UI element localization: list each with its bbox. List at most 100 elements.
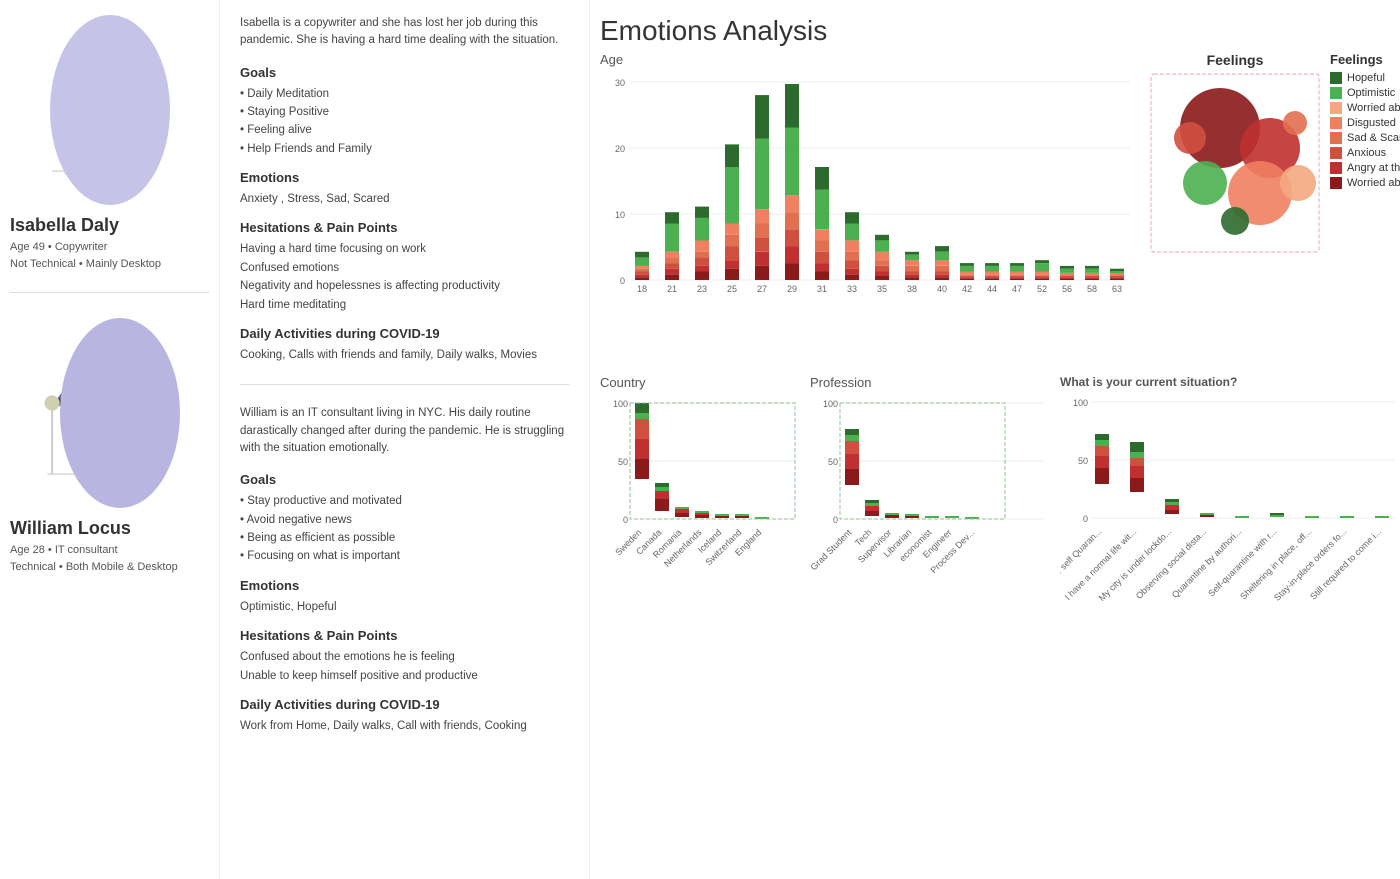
william-hesitations-title: Hesitations & Pain Points [240, 628, 569, 643]
isabella-hesitations-title: Hesitations & Pain Points [240, 220, 569, 235]
persona-william: William Locus Age 28 • IT consultant Tec… [10, 313, 209, 575]
legend-color-5 [1330, 147, 1342, 159]
isabella-emotions: Anxiety , Stress, Sad, Scared [240, 190, 569, 208]
william-oval [60, 318, 180, 508]
isabella-name: Isabella Daly [10, 215, 209, 236]
william-illustration [30, 313, 190, 513]
isabella-details: Isabella is a copywriter and she has los… [240, 15, 569, 364]
svg-text:23: 23 [697, 284, 707, 294]
legend-label-4: Sad & Scared [1347, 132, 1400, 144]
legend-label-2: Worried about economy [1347, 102, 1400, 114]
isabella-activities-title: Daily Activities during COVID-19 [240, 326, 569, 341]
svg-text:29: 29 [787, 284, 797, 294]
svg-text:52: 52 [1037, 284, 1047, 294]
isabella-oval [50, 15, 170, 205]
legend-label-6: Angry at the authorities [1347, 162, 1400, 174]
svg-text:50: 50 [828, 457, 838, 467]
persona-isabella: Isabella Daly Age 49 • Copywriter Not Te… [10, 10, 209, 272]
charts-top-row: Age 30 20 10 0 [600, 52, 1390, 365]
legend-item-0: Hopeful [1330, 72, 1400, 84]
svg-text:Grad Student: Grad Student [810, 527, 854, 572]
william-goals: • Stay productive and motivated • Avoid … [240, 492, 569, 566]
bubble-chart-svg [1150, 73, 1320, 253]
william-activities-title: Daily Activities during COVID-19 [240, 697, 569, 712]
william-goals-title: Goals [240, 472, 569, 487]
profession-chart-svg: 100 50 0 [810, 393, 1050, 713]
svg-text:Self-quarantine with r...: Self-quarantine with r... [1206, 526, 1278, 598]
legend-items: Hopeful Optimistic Worried about economy Di… [1330, 72, 1400, 189]
svg-text:21: 21 [667, 284, 677, 294]
left-panel: Isabella Daly Age 49 • Copywriter Not Te… [0, 0, 220, 879]
situation-chart: What is your current situation? 100 50 0 [1060, 375, 1400, 716]
svg-text:31: 31 [817, 284, 827, 294]
divider-2 [240, 384, 569, 385]
svg-text:0: 0 [833, 515, 838, 525]
situation-chart-title: What is your current situation? [1060, 375, 1400, 389]
svg-text:Quarantine by authori...: Quarantine by authori... [1170, 526, 1244, 600]
legend-item-1: Optimistic [1330, 87, 1400, 99]
legend-item-7: Worried about Family [1330, 177, 1400, 189]
legend-item-5: Anxious [1330, 147, 1400, 159]
feelings-bubble: Feelings [1150, 52, 1320, 256]
svg-text:0: 0 [623, 515, 628, 525]
legend-color-2 [1330, 102, 1342, 114]
legend-item-2: Worried about economy [1330, 102, 1400, 114]
isabella-emotions-title: Emotions [240, 170, 569, 185]
legend-color-4 [1330, 132, 1342, 144]
profession-chart-title: Profession [810, 375, 1050, 390]
svg-text:100: 100 [613, 399, 628, 409]
legend-title: Feelings [1330, 52, 1400, 67]
legend-item-4: Sad & Scared [1330, 132, 1400, 144]
svg-text:I have a normal life wit...: I have a normal life wit... [1063, 526, 1139, 602]
country-chart-title: Country [600, 375, 800, 390]
profession-chart: Profession 100 50 0 [810, 375, 1050, 716]
svg-text:47: 47 [1012, 284, 1022, 294]
legend-item-3: Disgusted [1330, 117, 1400, 129]
isabella-description: Isabella is a copywriter and she has los… [240, 15, 569, 50]
isabella-meta1: Age 49 • Copywriter [10, 239, 209, 256]
svg-text:42: 42 [962, 284, 972, 294]
isabella-meta2: Not Technical • Mainly Desktop [10, 256, 209, 273]
william-hesitations: Confused about the emotions he is feelin… [240, 648, 569, 685]
svg-text:27: 27 [757, 284, 767, 294]
legend-color-7 [1330, 177, 1342, 189]
emotions-analysis-title: Emotions Analysis [600, 15, 1390, 47]
isabella-activities: Cooking, Calls with friends and family, … [240, 346, 569, 364]
middle-panel: Isabella is a copywriter and she has los… [220, 0, 590, 879]
svg-text:25: 25 [727, 284, 737, 294]
william-meta2: Technical • Both Mobile & Desktop [10, 559, 209, 576]
svg-text:44: 44 [987, 284, 997, 294]
country-chart-svg: 100 50 0 [600, 393, 800, 713]
svg-text:63: 63 [1112, 284, 1122, 294]
william-emotions-title: Emotions [240, 578, 569, 593]
feelings-legend: Feelings Hopeful Optimistic Worried about … [1330, 52, 1400, 192]
country-chart: Country 100 50 0 [600, 375, 800, 716]
legend-color-6 [1330, 162, 1342, 174]
svg-text:0: 0 [620, 276, 625, 286]
svg-text:18: 18 [637, 284, 647, 294]
legend-label-5: Anxious [1347, 147, 1386, 159]
legend-label-7: Worried about Family [1347, 177, 1400, 189]
svg-text:58: 58 [1087, 284, 1097, 294]
situation-chart-svg: 100 50 0 [1060, 392, 1400, 712]
william-meta1: Age 28 • IT consultant [10, 542, 209, 559]
legend-label-3: Disgusted [1347, 117, 1396, 129]
svg-text:33: 33 [847, 284, 857, 294]
william-name: William Locus [10, 518, 209, 539]
svg-text:Still required to come i...: Still required to come i... [1308, 526, 1383, 601]
svg-text:50: 50 [618, 457, 628, 467]
isabella-illustration [30, 10, 190, 210]
william-emotions: Optimistic, Hopeful [240, 598, 569, 616]
svg-text:100: 100 [1073, 398, 1088, 408]
svg-text:35: 35 [877, 284, 887, 294]
divider-1 [10, 292, 209, 293]
william-activities: Work from Home, Daily walks, Call with f… [240, 717, 569, 735]
isabella-hesitations: Having a hard time focusing on work Conf… [240, 240, 569, 314]
svg-text:50: 50 [1078, 456, 1088, 466]
svg-text:38: 38 [907, 284, 917, 294]
william-description: William is an IT consultant living in NY… [240, 405, 569, 457]
svg-text:Observing social dista...: Observing social dista... [1134, 526, 1209, 601]
legend-color-0 [1330, 72, 1342, 84]
legend-color-1 [1330, 87, 1342, 99]
svg-text:Sheltering in place, off...: Sheltering in place, off... [1238, 526, 1313, 601]
